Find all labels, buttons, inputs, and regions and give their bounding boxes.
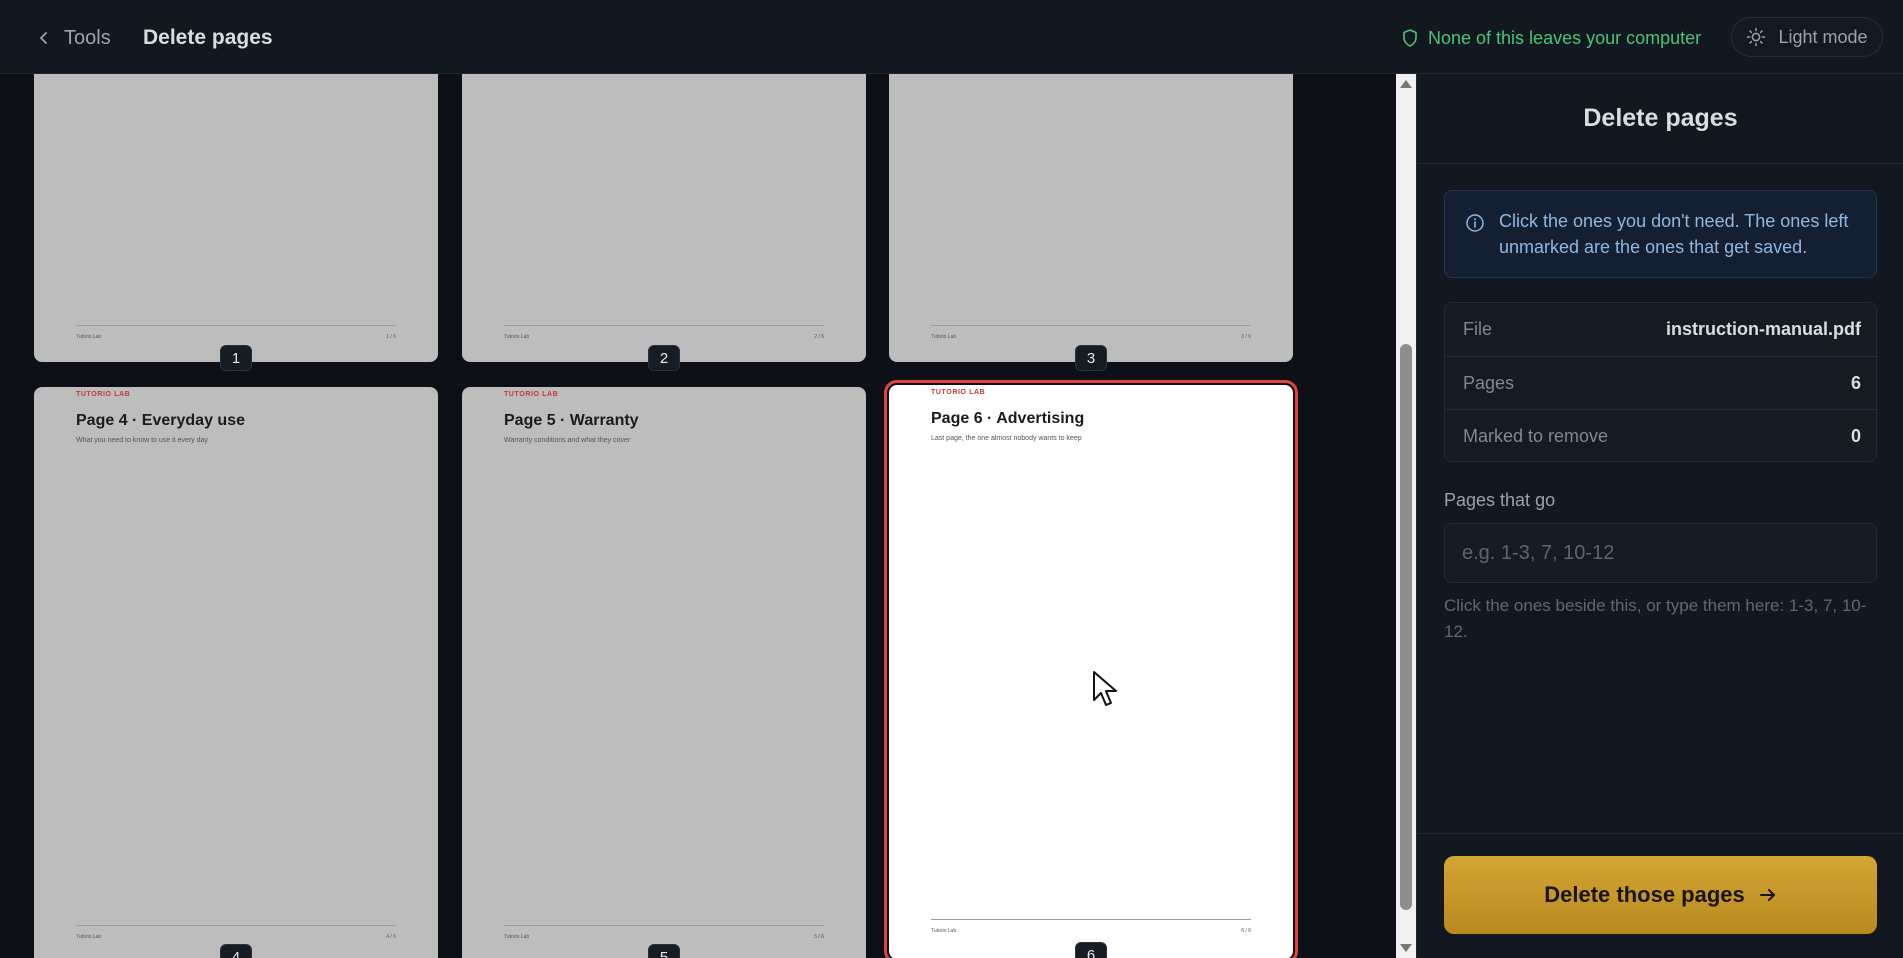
stat-value: 6 xyxy=(1850,372,1861,393)
arrow-right-icon xyxy=(1759,889,1775,901)
info-icon xyxy=(1466,214,1484,232)
stat-row-marked: Marked to remove 0 xyxy=(1445,409,1878,462)
privacy-text: None of this leaves your computer xyxy=(1428,27,1702,48)
privacy-notice: None of this leaves your computer xyxy=(1402,24,1701,52)
light-mode-label: Light mode xyxy=(1778,26,1868,47)
panel-footer: Delete those pages xyxy=(1417,833,1903,958)
page-heading: Page 5 · Warranty xyxy=(504,412,639,429)
back-to-tools-button[interactable]: Tools xyxy=(36,24,111,52)
page-footer-left: Tutorio Lab xyxy=(76,334,102,340)
grid-scrollbar[interactable] xyxy=(1396,74,1416,958)
page-footer-left: Tutorio Lab xyxy=(76,934,102,940)
footer-rule xyxy=(504,325,824,326)
page-thumbnail-5[interactable]: TUTORIO LAB Page 5 · Warranty Warranty c… xyxy=(462,387,866,958)
scroll-down-arrow-icon[interactable] xyxy=(1400,944,1412,952)
stat-value: 0 xyxy=(1850,425,1861,446)
page-heading: Page 6 · Advertising xyxy=(931,410,1085,427)
page-number-badge: 5 xyxy=(648,944,680,958)
page-footer-right: 1 / 6 xyxy=(386,334,396,340)
page-title: Delete pages xyxy=(143,26,273,49)
page-number-badge: 4 xyxy=(220,944,252,958)
page-footer-right: 6 / 6 xyxy=(1241,928,1251,934)
delete-button-label: Delete those pages xyxy=(1544,882,1745,907)
page-brand: TUTORIO LAB xyxy=(76,391,131,398)
page-heading: Page 4 · Everyday use xyxy=(76,412,245,429)
shield-icon xyxy=(1403,29,1417,47)
stat-label: Marked to remove xyxy=(1463,425,1609,446)
info-callout: Click the ones you don't need. The ones … xyxy=(1444,190,1877,278)
page-footer-right: 2 / 6 xyxy=(814,334,824,340)
page-footer-right: 5 / 6 xyxy=(814,934,824,940)
page-grid: Tutorio Lab 1 / 6 1 Tutorio Lab 2 / 6 2 … xyxy=(0,74,1396,958)
page-thumbnail-2[interactable]: Tutorio Lab 2 / 6 2 xyxy=(462,74,866,371)
stat-row-pages: Pages 6 xyxy=(1445,356,1878,409)
page-thumbnail-1[interactable]: Tutorio Lab 1 / 6 1 xyxy=(34,74,438,371)
page-footer-left: Tutorio Lab xyxy=(931,334,957,340)
pages-range-input[interactable] xyxy=(1444,523,1877,583)
page-footer-left: Tutorio Lab xyxy=(504,334,530,340)
page-thumbnail-4[interactable]: TUTORIO LAB Page 4 · Everyday use What y… xyxy=(34,387,438,958)
page-number-badge: 1 xyxy=(220,345,252,371)
scrollbar-thumb[interactable] xyxy=(1400,344,1412,910)
stat-label: File xyxy=(1463,319,1493,339)
footer-rule xyxy=(76,325,396,326)
light-mode-toggle[interactable]: Light mode xyxy=(1731,17,1883,57)
page-brand: TUTORIO LAB xyxy=(504,391,559,398)
back-label: Tools xyxy=(64,26,111,49)
page-subheading: Last page, the one almost nobody wants t… xyxy=(931,435,1082,442)
page-subheading: Warranty conditions and what they cover xyxy=(504,437,631,444)
mouse-pointer-icon xyxy=(1093,671,1117,706)
pages-range-label: Pages that go xyxy=(1444,490,1556,510)
pages-range-hint: Click the ones beside this, or type them… xyxy=(1444,596,1867,641)
footer-rule xyxy=(931,919,1251,920)
page-brand: TUTORIO LAB xyxy=(931,389,986,396)
page-footer-left: Tutorio Lab xyxy=(931,928,957,934)
info-text: Click the ones you don't need. The ones … xyxy=(1499,211,1849,257)
page-footer-right: 3 / 6 xyxy=(1241,334,1251,340)
page-subheading: What you need to know to use it every da… xyxy=(76,437,208,444)
page-number-badge: 3 xyxy=(1075,345,1107,371)
footer-rule xyxy=(76,925,396,926)
page-thumbnail-6[interactable]: TUTORIO LAB Page 6 · Advertising Last pa… xyxy=(884,380,1298,958)
sun-icon xyxy=(1747,27,1766,47)
footer-rule xyxy=(931,325,1251,326)
delete-pages-button[interactable]: Delete those pages xyxy=(1444,856,1877,934)
page-thumbnail-3[interactable]: Tutorio Lab 3 / 6 3 xyxy=(889,74,1293,371)
scroll-up-arrow-icon[interactable] xyxy=(1400,80,1412,88)
stat-label: Pages xyxy=(1463,372,1515,393)
panel-title: Delete pages xyxy=(1417,74,1903,164)
page-number-badge: 2 xyxy=(648,345,680,371)
page-footer-right: 4 / 6 xyxy=(386,934,396,940)
footer-rule xyxy=(504,925,824,926)
top-bar: Tools Delete pages None of this leaves y… xyxy=(0,0,1903,74)
stat-value: instruction-manual.pdf xyxy=(1666,319,1861,339)
file-stats: File instruction-manual.pdf Pages 6 Mark… xyxy=(1444,302,1878,462)
chevron-left-icon xyxy=(40,32,47,44)
delete-pages-panel: Delete pages Click the ones you don't ne… xyxy=(1416,74,1903,958)
stat-row-file: File instruction-manual.pdf xyxy=(1445,303,1878,356)
page-footer-left: Tutorio Lab xyxy=(504,934,530,940)
page-number-badge: 6 xyxy=(1075,942,1107,958)
